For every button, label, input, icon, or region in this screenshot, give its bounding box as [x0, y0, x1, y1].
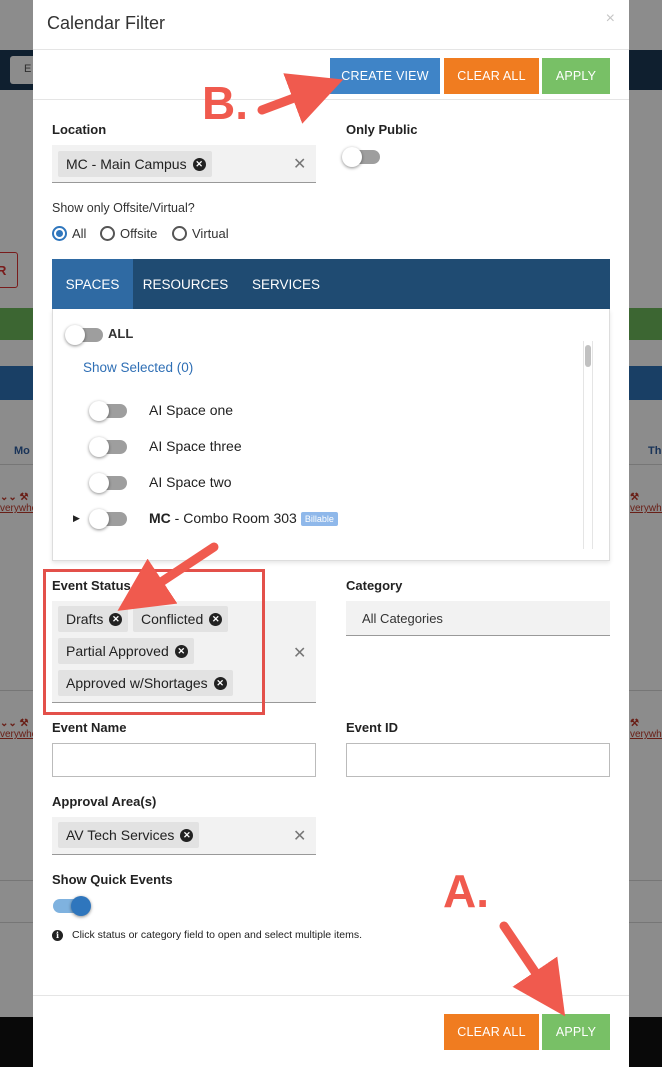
- annotation-arrow-status: [117, 542, 219, 611]
- annotation-arrow-a: [499, 921, 566, 1017]
- annotation-arrows: [117, 73, 566, 1017]
- annotation-arrow-b: [257, 73, 344, 124]
